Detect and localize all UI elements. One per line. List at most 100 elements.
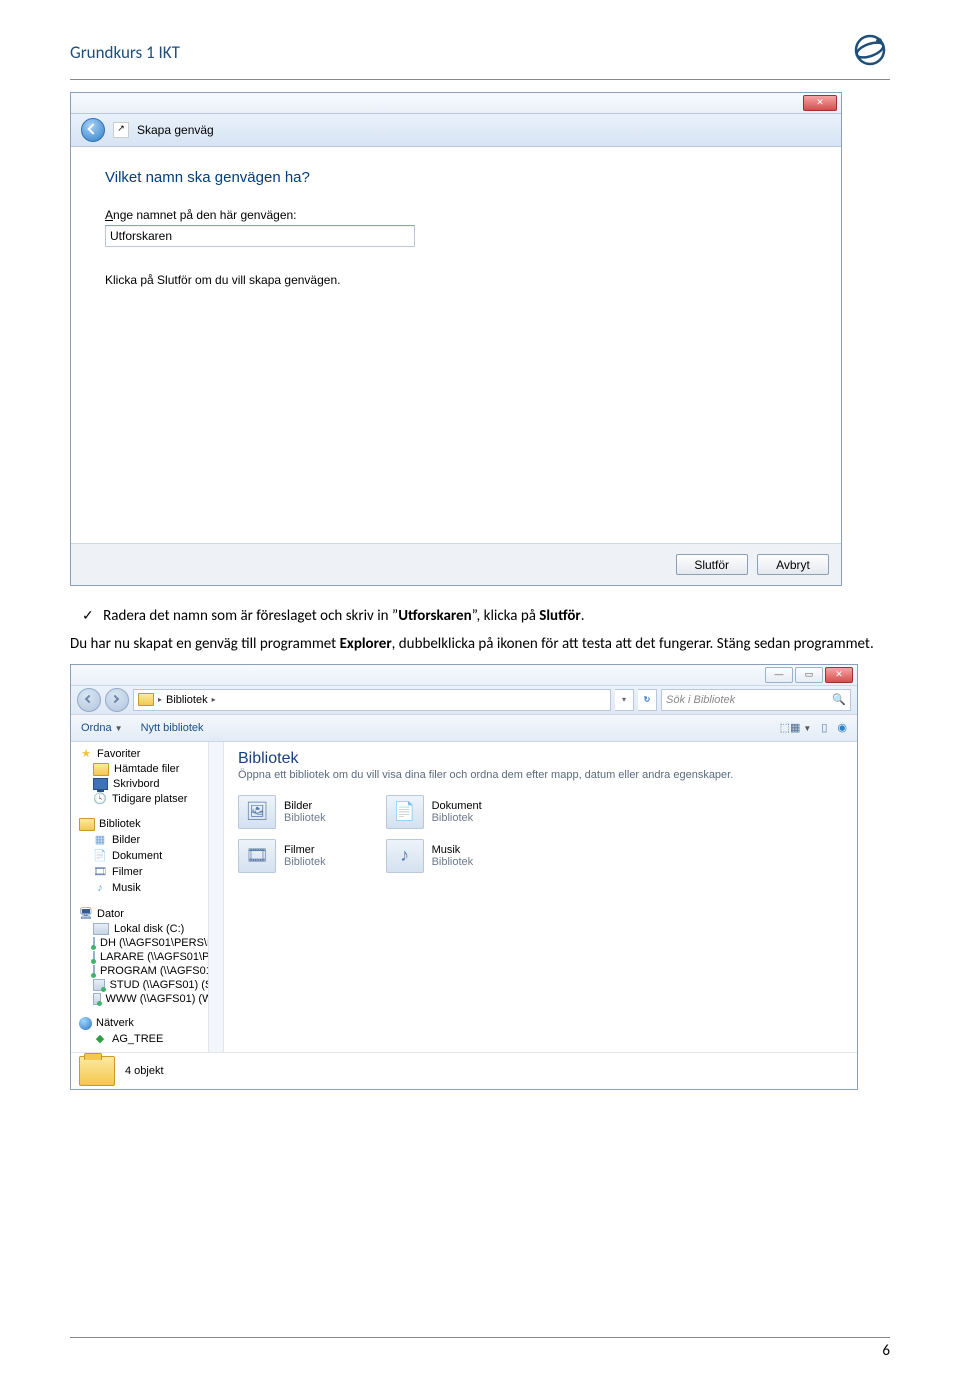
new-library-button[interactable]: Nytt bibliotek — [141, 722, 204, 734]
star-icon: ★ — [79, 747, 93, 761]
lib-music[interactable]: ♪ MusikBibliotek — [386, 839, 474, 873]
address-bar-row: ▸ Bibliotek ▸ ▾ ↻ Sök i Bibliotek 🔍 — [71, 686, 857, 715]
preview-pane-button[interactable]: ▯ — [821, 721, 827, 734]
nav-drive-c[interactable]: Lokal disk (C:) — [71, 922, 223, 936]
tree-icon: ◆ — [93, 1032, 107, 1046]
nav-forward-button[interactable] — [105, 688, 129, 712]
shortcut-icon: ↗ — [113, 122, 129, 138]
status-bar: 4 objekt — [71, 1052, 857, 1089]
cancel-button[interactable]: Avbryt — [757, 554, 829, 575]
folder-icon — [93, 763, 109, 776]
wizard-titlebar: ✕ — [71, 93, 841, 114]
nav-pane: ▲ ▼ ★Favoriter Hämtade filer Skrivbord 🕓… — [71, 742, 224, 1052]
network-drive-icon — [93, 937, 95, 949]
explorer-window: — ▭ ✕ ▸ Bibliotek ▸ ▾ ↻ Sök i Bibliotek … — [70, 664, 858, 1090]
nav-back-button[interactable] — [77, 688, 101, 712]
film-icon: 🎞 — [93, 865, 107, 879]
help-button[interactable]: ◉ — [837, 721, 847, 734]
breadcrumb-item[interactable]: Bibliotek — [166, 694, 208, 706]
nav-drive-dh[interactable]: DH (\\AGFS01\PERS\LARARE\AL) — [71, 936, 223, 950]
nav-drive-p[interactable]: PROGRAM (\\AGFS01\PROG) (P:) — [71, 964, 223, 978]
wizard-button-bar: Slutför Avbryt — [71, 543, 841, 585]
music-icon: ♪ — [386, 839, 424, 873]
pictures-icon: 🖼 — [238, 795, 276, 829]
content-title: Bibliotek — [238, 750, 843, 768]
document-icon: 📄 — [93, 849, 107, 863]
instruction-bullet: ✓ Radera det namn som är föreslaget och … — [70, 606, 890, 628]
globe-logo-icon — [850, 30, 890, 75]
nav-item-music[interactable]: ♪Musik — [71, 880, 223, 896]
minimize-button[interactable]: — — [765, 667, 793, 683]
status-text: 4 objekt — [125, 1065, 164, 1077]
nav-network[interactable]: Nätverk — [71, 1016, 223, 1031]
pictures-icon: ▦ — [93, 833, 107, 847]
network-drive-icon — [93, 965, 95, 977]
maximize-button[interactable]: ▭ — [795, 667, 823, 683]
close-button[interactable]: ✕ — [803, 95, 837, 111]
nav-item-movies[interactable]: 🎞Filmer — [71, 864, 223, 880]
libraries-icon — [79, 818, 95, 831]
nav-computer[interactable]: 🖥Dator — [71, 906, 223, 922]
scrollbar-thumb[interactable] — [209, 858, 221, 894]
network-drive-icon — [93, 993, 101, 1005]
nav-network-item[interactable]: ◆AG_TREE — [71, 1031, 223, 1047]
chevron-right-icon: ▸ — [158, 695, 162, 704]
wizard-body: Vilket namn ska genvägen ha? Ange namnet… — [71, 147, 841, 543]
nav-item-recent[interactable]: 🕓Tidigare platser — [71, 791, 223, 807]
wizard-nav: ↗ Skapa genväg — [71, 114, 841, 147]
name-field[interactable] — [105, 225, 415, 247]
search-placeholder: Sök i Bibliotek — [666, 694, 735, 706]
nav-drive-s[interactable]: STUD (\\AGFS01) (S:) — [71, 978, 223, 992]
view-options-button[interactable]: ⬚▦ ▼ — [780, 721, 812, 734]
content-pane: Bibliotek Öppna ett bibliotek om du vill… — [224, 742, 857, 1052]
nav-drive-l[interactable]: LARARE (\\AGFS01\PERS) (L:) — [71, 950, 223, 964]
nav-item-pictures[interactable]: ▦Bilder — [71, 832, 223, 848]
scroll-up-icon[interactable]: ▲ — [211, 744, 219, 753]
music-icon: ♪ — [93, 881, 107, 895]
nav-favorites[interactable]: ★Favoriter — [71, 746, 223, 762]
scroll-down-icon[interactable]: ▼ — [211, 1041, 219, 1050]
nav-item-downloads[interactable]: Hämtade filer — [71, 762, 223, 777]
nav-item-desktop[interactable]: Skrivbord — [71, 777, 223, 791]
finish-button[interactable]: Slutför — [676, 554, 748, 575]
lib-documents[interactable]: 📄 DokumentBibliotek — [386, 795, 482, 829]
doc-title: Grundkurs 1 IKT — [70, 42, 180, 63]
close-button[interactable]: ✕ — [825, 667, 853, 683]
address-dropdown[interactable]: ▾ — [615, 689, 634, 711]
wizard-title: Skapa genväg — [137, 123, 214, 137]
refresh-button[interactable]: ↻ — [638, 689, 657, 711]
wizard-heading: Vilket namn ska genvägen ha? — [105, 169, 807, 186]
instruction-paragraph: Du har nu skapat en genväg till programm… — [70, 634, 890, 656]
back-button[interactable] — [81, 118, 105, 142]
explorer-titlebar: — ▭ ✕ — [71, 665, 857, 686]
film-icon: 🎞 — [238, 839, 276, 873]
checkmark-icon: ✓ — [82, 607, 94, 624]
folder-icon — [79, 1056, 115, 1086]
content-subtitle: Öppna ett bibliotek om du vill visa dina… — [238, 769, 843, 781]
document-icon: 📄 — [386, 795, 424, 829]
name-field-label: Ange namnet på den här genvägen: — [105, 208, 807, 222]
doc-header: Grundkurs 1 IKT — [70, 30, 890, 80]
wizard-window: ✕ ↗ Skapa genväg Vilket namn ska genväge… — [70, 92, 842, 586]
nav-drive-w[interactable]: WWW (\\AGFS01) (W:) — [71, 992, 223, 1006]
chevron-right-icon: ▸ — [212, 695, 216, 704]
folder-icon — [138, 693, 154, 706]
network-drive-icon — [93, 951, 95, 963]
breadcrumb-bar[interactable]: ▸ Bibliotek ▸ — [133, 689, 611, 711]
explorer-main: ▲ ▼ ★Favoriter Hämtade filer Skrivbord 🕓… — [71, 742, 857, 1052]
organize-menu[interactable]: Ordna ▼ — [81, 722, 123, 734]
doc-footer: 6 — [70, 1337, 890, 1360]
network-drive-icon — [93, 979, 105, 991]
search-input[interactable]: Sök i Bibliotek 🔍 — [661, 689, 851, 711]
desktop-icon — [93, 778, 108, 790]
lib-movies[interactable]: 🎞 FilmerBibliotek — [238, 839, 326, 873]
page-number: 6 — [882, 1342, 890, 1360]
hdd-icon — [93, 923, 109, 935]
nav-libraries[interactable]: Bibliotek — [71, 817, 223, 832]
computer-icon: 🖥 — [79, 907, 93, 921]
wizard-hint: Klicka på Slutför om du vill skapa genvä… — [105, 273, 807, 287]
lib-pictures[interactable]: 🖼 BilderBibliotek — [238, 795, 326, 829]
nav-item-documents[interactable]: 📄Dokument — [71, 848, 223, 864]
search-icon: 🔍 — [832, 693, 846, 706]
explorer-toolbar: Ordna ▼ Nytt bibliotek ⬚▦ ▼ ▯ ◉ — [71, 715, 857, 742]
